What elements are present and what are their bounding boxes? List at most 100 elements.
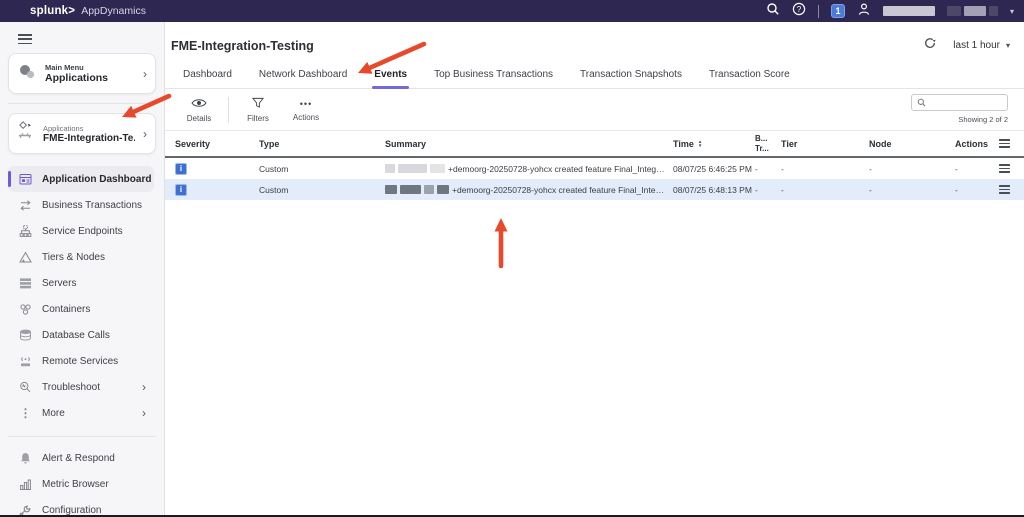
sidebar-item-more[interactable]: ⋮ More › bbox=[8, 400, 154, 426]
redacted-text bbox=[437, 185, 449, 194]
containers-cluster-icon bbox=[18, 303, 33, 316]
col-summary[interactable]: Summary bbox=[385, 139, 673, 149]
application-card[interactable]: Applications FME-Integration-Te... › bbox=[8, 113, 156, 154]
help-icon[interactable]: ? bbox=[792, 2, 806, 21]
col-tier[interactable]: Tier bbox=[781, 139, 869, 149]
event-type: Custom bbox=[259, 185, 385, 195]
more-dots-icon: ⋮ bbox=[18, 406, 33, 420]
application-icon bbox=[17, 121, 35, 146]
notification-badge[interactable]: 1 bbox=[831, 4, 845, 18]
sidebar-item-label: Alert & Respond bbox=[42, 453, 115, 464]
row-menu-icon[interactable] bbox=[999, 163, 1010, 174]
events-table-header: Severity Type Summary Time ▲▼ B...Tr... … bbox=[165, 131, 1024, 158]
hamburger-menu-icon[interactable] bbox=[18, 34, 32, 44]
tab-dashboard[interactable]: Dashboard bbox=[183, 65, 232, 88]
dashboard-icon bbox=[18, 173, 33, 186]
severity-info-icon: i bbox=[175, 163, 187, 175]
sidebar-divider bbox=[8, 103, 156, 104]
redacted-text bbox=[400, 185, 421, 194]
row-menu-icon[interactable] bbox=[999, 184, 1010, 195]
col-business-transaction[interactable]: B...Tr... bbox=[755, 134, 781, 152]
servers-stack-icon bbox=[18, 277, 33, 290]
filters-button[interactable]: Filters bbox=[234, 97, 282, 123]
sidebar-item-servers[interactable]: Servers bbox=[8, 270, 154, 296]
sidebar-item-label: Tiers & Nodes bbox=[42, 252, 105, 263]
sidebar-item-application-dashboard[interactable]: Application Dashboard bbox=[8, 166, 154, 192]
transactions-arrows-icon bbox=[18, 199, 33, 212]
event-time: 08/07/25 6:48:13 PM bbox=[673, 185, 755, 195]
tab-network-dashboard[interactable]: Network Dashboard bbox=[259, 65, 347, 88]
eye-icon bbox=[191, 97, 207, 111]
main-menu-card[interactable]: Main Menu Applications › bbox=[8, 53, 156, 94]
time-range-label: last 1 hour bbox=[953, 40, 1000, 51]
main-menu-label: Applications bbox=[45, 72, 135, 84]
details-button[interactable]: Details bbox=[175, 97, 223, 123]
col-node[interactable]: Node bbox=[869, 139, 955, 149]
search-icon[interactable] bbox=[766, 2, 780, 21]
sidebar-item-troubleshoot[interactable]: Troubleshoot › bbox=[8, 374, 154, 400]
events-search-input[interactable] bbox=[926, 98, 996, 108]
main-menu-eyebrow: Main Menu bbox=[45, 63, 135, 72]
showing-count: Showing 2 of 2 bbox=[911, 115, 1008, 124]
events-toolbar: Details Filters ••• Actions Showing 2 of… bbox=[165, 89, 1024, 131]
sidebar-item-label: Application Dashboard bbox=[42, 174, 151, 185]
sidebar-item-label: Metric Browser bbox=[42, 479, 109, 490]
user-icon[interactable] bbox=[857, 2, 871, 21]
endpoints-tree-icon bbox=[18, 225, 33, 238]
application-card-eyebrow: Applications bbox=[43, 124, 135, 133]
sidebar-item-tiers-nodes[interactable]: Tiers & Nodes bbox=[8, 244, 154, 270]
sidebar-item-label: Configuration bbox=[42, 505, 101, 516]
sidebar-footer-nav: Alert & Respond Metric Browser Configura… bbox=[0, 445, 164, 517]
column-settings-icon[interactable] bbox=[999, 138, 1010, 149]
sidebar-item-business-transactions[interactable]: Business Transactions bbox=[8, 192, 154, 218]
remote-services-icon bbox=[18, 355, 33, 368]
chevron-right-icon: › bbox=[142, 380, 146, 394]
sidebar-item-service-endpoints[interactable]: Service Endpoints bbox=[8, 218, 154, 244]
event-type: Custom bbox=[259, 164, 385, 174]
caret-down-icon: ▾ bbox=[1006, 41, 1010, 50]
events-search-box[interactable] bbox=[911, 94, 1008, 111]
severity-info-icon: i bbox=[175, 184, 187, 196]
table-row[interactable]: i Custom +demoorg-20250728-yohcx created… bbox=[165, 158, 1024, 179]
col-time[interactable]: Time ▲▼ bbox=[673, 139, 755, 149]
left-sidebar: Main Menu Applications › Applications FM… bbox=[0, 22, 165, 515]
col-type[interactable]: Type bbox=[259, 139, 385, 149]
refresh-icon[interactable] bbox=[923, 36, 937, 55]
actions-button[interactable]: ••• Actions bbox=[282, 98, 330, 122]
sidebar-item-label: Service Endpoints bbox=[42, 226, 123, 237]
tab-transaction-snapshots[interactable]: Transaction Snapshots bbox=[580, 65, 682, 88]
redacted-text bbox=[385, 185, 397, 194]
sidebar-item-containers[interactable]: Containers bbox=[8, 296, 154, 322]
redacted-username bbox=[883, 6, 935, 16]
tiers-triangle-icon bbox=[18, 251, 33, 264]
time-range-selector[interactable]: last 1 hour ▾ bbox=[953, 40, 1010, 51]
sort-icon: ▲▼ bbox=[698, 140, 702, 147]
col-actions[interactable]: Actions bbox=[955, 139, 999, 149]
account-caret-icon[interactable]: ▾ bbox=[1010, 7, 1014, 16]
sidebar-item-label: More bbox=[42, 408, 65, 419]
ellipsis-icon: ••• bbox=[300, 98, 312, 110]
redacted-text bbox=[424, 185, 434, 194]
main-content: FME-Integration-Testing last 1 hour ▾ Da… bbox=[165, 22, 1024, 515]
event-summary: +demoorg-20250728-yohcx created feature … bbox=[385, 185, 673, 195]
redacted-account bbox=[947, 6, 961, 16]
redacted-text bbox=[430, 164, 445, 173]
topbar-divider bbox=[818, 5, 819, 18]
tab-events[interactable]: Events bbox=[374, 65, 407, 88]
top-navbar: splunk> AppDynamics ? 1 ▾ bbox=[0, 0, 1024, 22]
sidebar-item-database-calls[interactable]: Database Calls bbox=[8, 322, 154, 348]
col-severity[interactable]: Severity bbox=[175, 139, 259, 149]
sidebar-item-metric-browser[interactable]: Metric Browser bbox=[8, 471, 154, 497]
redacted-account bbox=[989, 6, 998, 16]
table-row[interactable]: i Custom +demoorg-20250728-yohcx created… bbox=[165, 179, 1024, 200]
tab-transaction-score[interactable]: Transaction Score bbox=[709, 65, 790, 88]
svg-text:?: ? bbox=[797, 4, 802, 13]
actions-label: Actions bbox=[293, 113, 319, 122]
troubleshoot-magnifier-icon bbox=[18, 381, 33, 394]
redacted-account bbox=[964, 6, 986, 16]
tab-top-business-transactions[interactable]: Top Business Transactions bbox=[434, 65, 553, 88]
redacted-text bbox=[385, 164, 395, 173]
sidebar-divider bbox=[8, 436, 156, 437]
sidebar-item-alert-respond[interactable]: Alert & Respond bbox=[8, 445, 154, 471]
sidebar-item-remote-services[interactable]: Remote Services bbox=[8, 348, 154, 374]
